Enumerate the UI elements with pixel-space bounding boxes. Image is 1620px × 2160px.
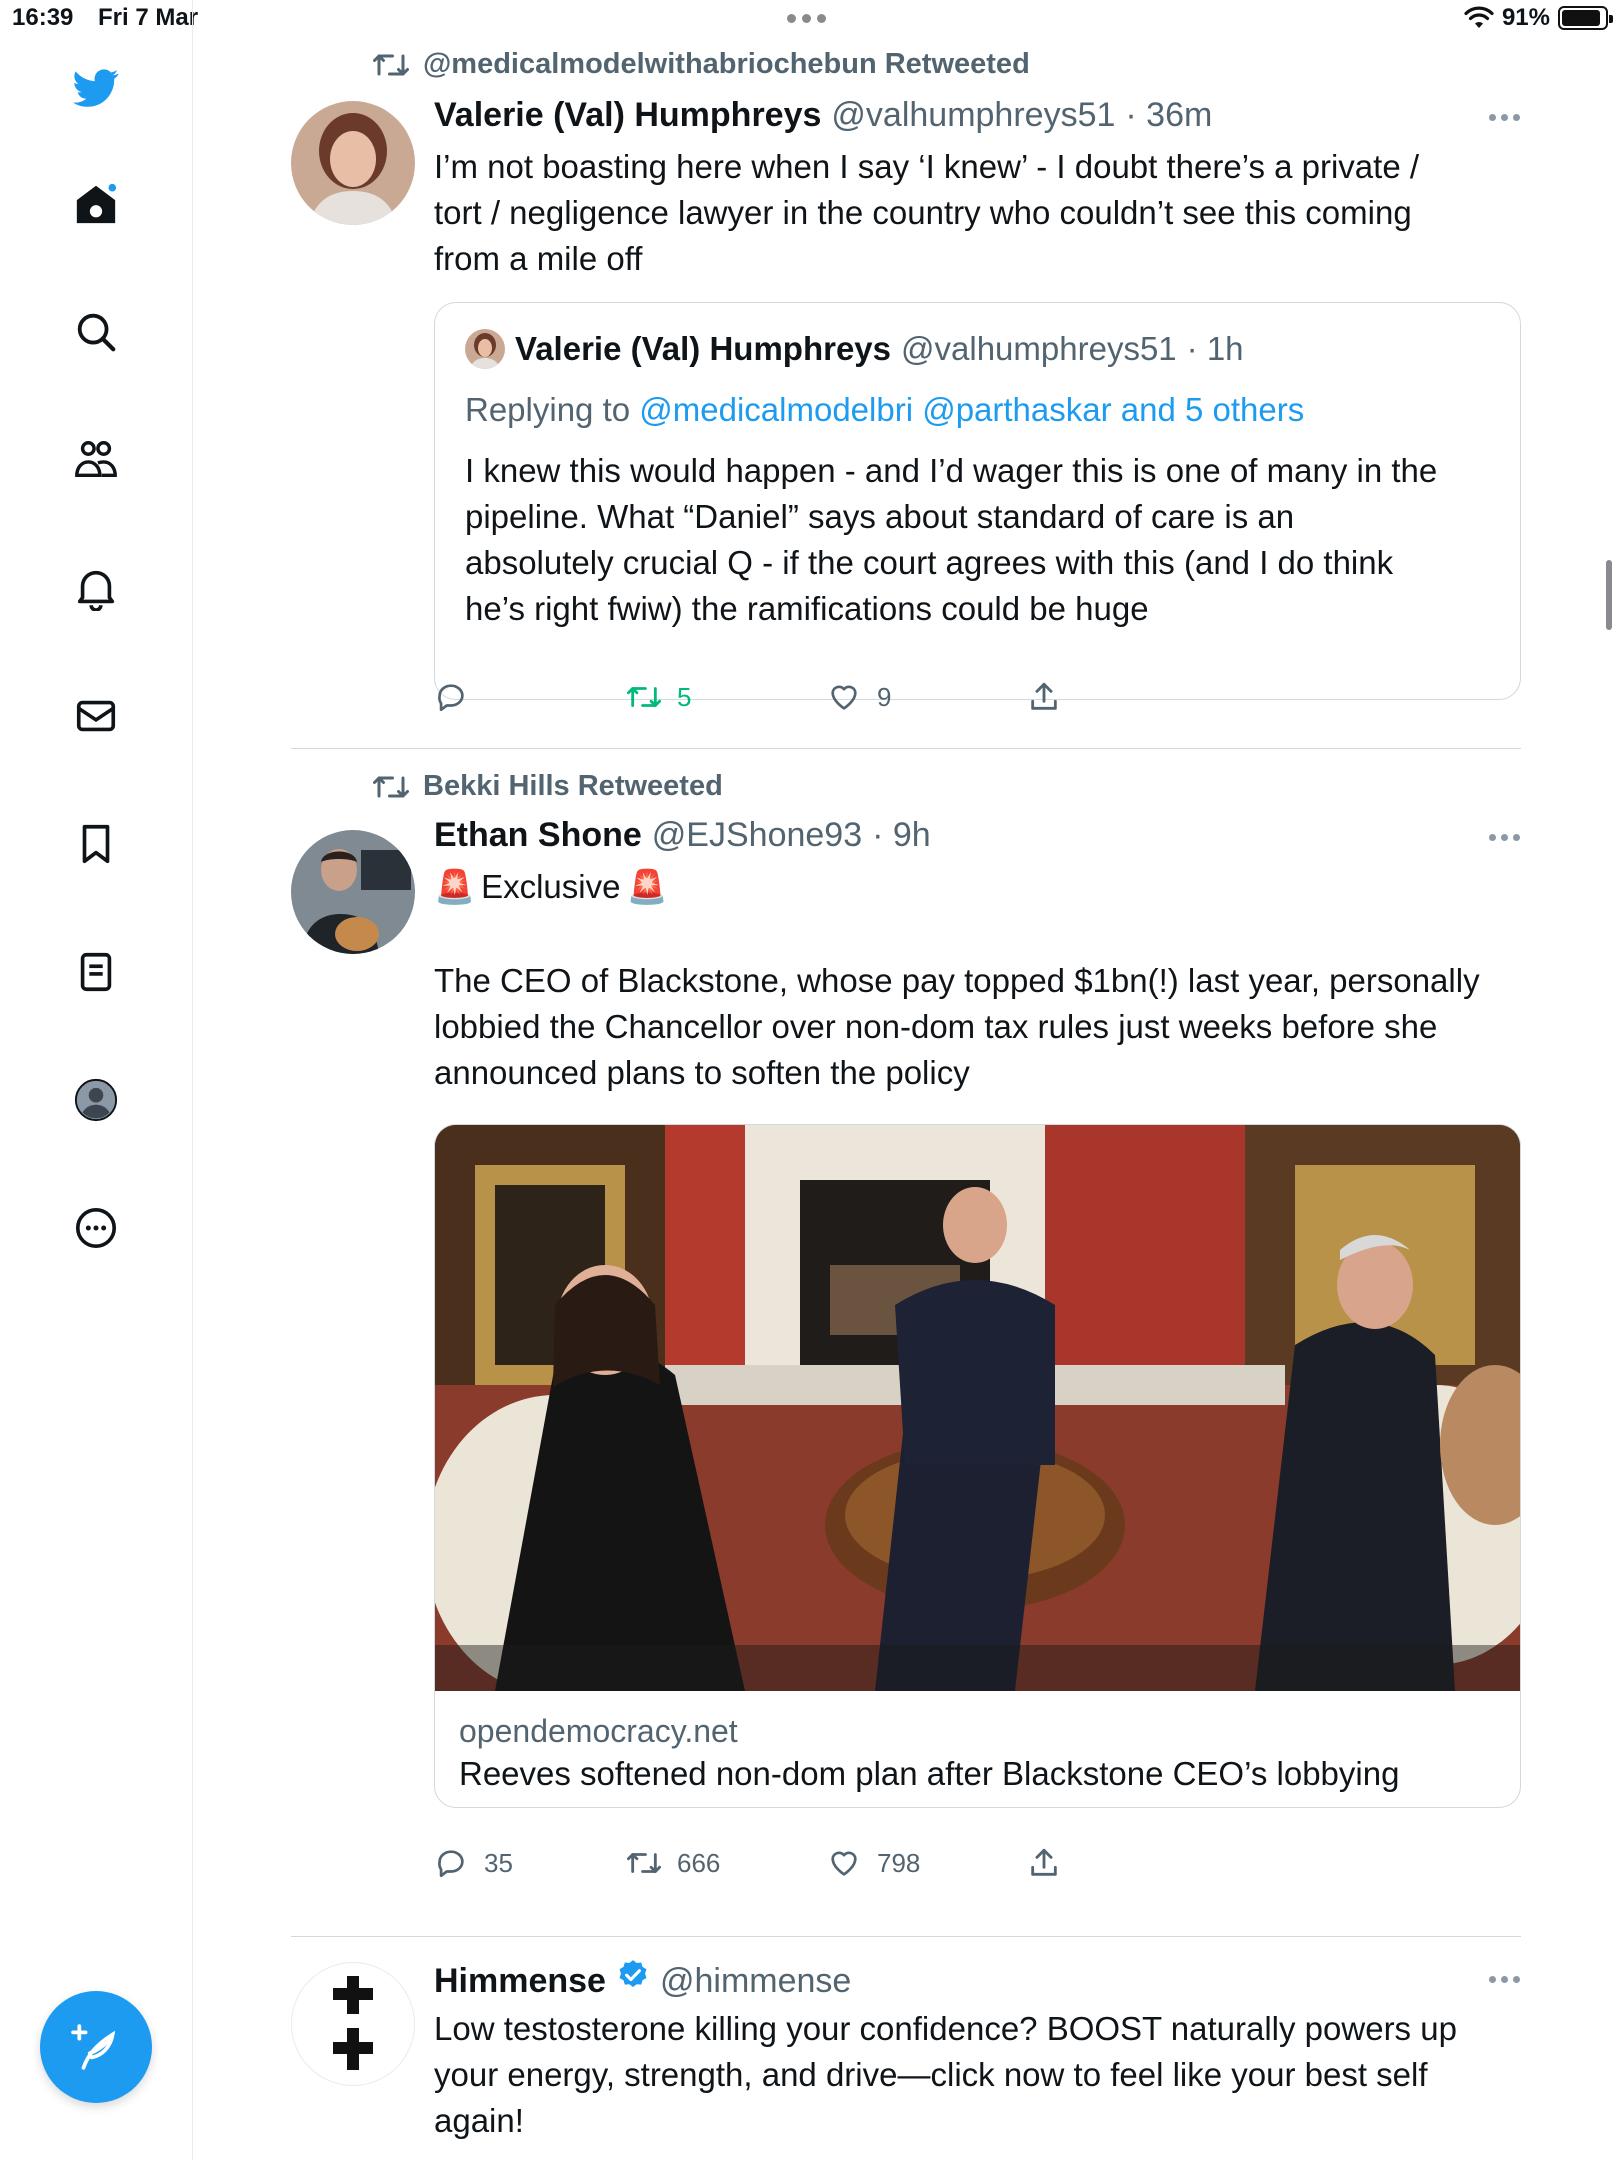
like-button[interactable]: 798 [827,1846,920,1880]
reply-icon [438,684,464,712]
quote-time: · 1h [1186,330,1244,367]
battery-percent: 91% [1501,4,1550,31]
battery-level [1562,10,1601,26]
like-count: 9 [877,681,892,712]
author-handle[interactable]: @himmense [660,1962,851,2001]
compose-tweet-button[interactable] [40,1991,152,2103]
replying-to-prefix: Replying to [465,391,640,428]
retweeted-by-label: Bekki Hills Retweeted [423,770,723,802]
retweet-context: Bekki Hills Retweeted [373,770,723,803]
quoted-tweet[interactable]: Valerie (Val) Humphreys @valhumphreys51 … [434,302,1521,700]
retweet-icon [627,1853,661,1873]
more-menu-icon[interactable] [1489,1976,1521,1986]
tweet-himmense[interactable]: Himmense @himmense Low testosterone kill… [291,1920,1521,2160]
quote-avatar [465,329,505,369]
replying-to: Replying to @medicalmodelbri @parthaskar… [465,391,1304,429]
share-icon [1031,682,1057,710]
avatar[interactable] [291,830,415,954]
tweet-headline-row: 🚨 Exclusive 🚨 [434,864,1521,910]
like-button[interactable]: 9 [827,680,891,714]
notifications-bell-icon[interactable] [70,562,122,614]
tweet-time[interactable]: · 36m [1125,96,1212,135]
author-handle[interactable]: @valhumphreys51 [831,96,1115,135]
verified-badge-icon [619,1960,647,1988]
more-menu-icon[interactable] [1489,834,1521,844]
retweet-icon [373,776,409,797]
lists-icon[interactable] [70,946,122,998]
tweet-header: Himmense @himmense [434,1958,851,2001]
card-image [435,1125,1520,1691]
reply-icon [438,1850,464,1878]
share-button[interactable] [1027,680,1061,714]
more-menu-icon[interactable] [1489,114,1521,124]
share-icon [1031,1848,1057,1876]
tweet-text: Low testosterone killing your confidence… [434,2010,1457,2139]
like-count: 798 [877,1847,921,1878]
heart-icon [831,685,857,710]
battery-icon [1558,6,1613,30]
tweet-actions: 35 666 798 [434,1846,1134,1886]
feather-plus-icon [71,2024,116,2070]
quote-author-handle: @valhumphreys51 [901,330,1177,367]
reply-button[interactable] [434,680,484,714]
sidebar [0,0,193,2160]
author-handle[interactable]: @EJShone93 [652,816,862,855]
retweet-button[interactable]: 666 [627,1846,720,1880]
tweet-actions: 5 9 [434,680,1134,720]
twitter-logo-icon[interactable] [70,62,122,114]
tweet-text: The CEO of Blackstone, whose pay topped … [434,962,1480,1091]
retweet-button[interactable]: 5 [627,680,691,714]
reply-count: 35 [484,1847,513,1878]
search-icon[interactable] [70,306,122,358]
tweet-headline: Exclusive [481,868,621,905]
tweet-header: Valerie (Val) Humphreys @valhumphreys51 … [434,96,1212,135]
wifi-icon [1464,6,1494,28]
status-right: 91% [1464,4,1613,32]
tweet-header: Ethan Shone @EJShone93 · 9h [434,816,931,855]
tweet-ethan-shone[interactable]: Bekki Hills Retweeted Ethan Shone @EJSho… [291,770,1521,1938]
link-preview-card[interactable]: opendemocracy.net Reeves softened non-do… [434,1124,1521,1808]
retweet-count: 5 [677,681,692,712]
author-name[interactable]: Ethan Shone [434,816,642,855]
multitasking-dots[interactable] [787,14,826,23]
status-bar: 16:39 Fri 7 Mar 91% [0,0,1620,40]
messages-envelope-icon[interactable] [70,690,122,742]
communities-icon[interactable] [70,434,122,486]
quote-text: I knew this would happen - and I’d wager… [465,452,1438,627]
author-name[interactable]: Valerie (Val) Humphreys [434,96,821,135]
avatar[interactable] [291,101,415,225]
tweet-divider [291,748,1521,749]
replying-to-users[interactable]: @medicalmodelbri @parthaskar and 5 other… [639,391,1304,428]
quote-header: Valerie (Val) Humphreys @valhumphreys51 … [465,329,1244,369]
card-domain: opendemocracy.net [459,1713,738,1749]
tweet-text: I’m not boasting here when I say ‘I knew… [434,148,1420,277]
retweeted-by-label: @medicalmodelwithabriochebun Retweeted [423,48,1030,80]
card-title: Reeves softened non-dom plan after Black… [459,1755,1400,1792]
retweet-count: 666 [677,1847,721,1878]
scrollbar[interactable] [1606,560,1612,630]
author-name[interactable]: Himmense [434,1962,606,2001]
share-button[interactable] [1027,1846,1061,1880]
bookmark-icon[interactable] [70,818,122,870]
siren-emoji-icon: 🚨 [434,868,476,905]
retweet-icon [627,687,661,707]
reply-button[interactable]: 35 [434,1846,513,1880]
quote-author-name: Valerie (Val) Humphreys [515,330,892,367]
tweet-valerie-humphreys[interactable]: @medicalmodelwithabriochebun Retweeted V… [291,40,1521,750]
retweet-icon [373,54,409,75]
profile-avatar-icon[interactable] [70,1074,122,1126]
tweet-time[interactable]: · 9h [872,816,931,855]
retweet-context: @medicalmodelwithabriochebun Retweeted [373,48,1030,81]
avatar[interactable] [291,1962,415,2086]
home-icon[interactable] [70,178,122,230]
siren-emoji-icon: 🚨 [626,868,668,905]
more-options-icon[interactable] [70,1202,122,1254]
heart-icon [831,1851,857,1876]
